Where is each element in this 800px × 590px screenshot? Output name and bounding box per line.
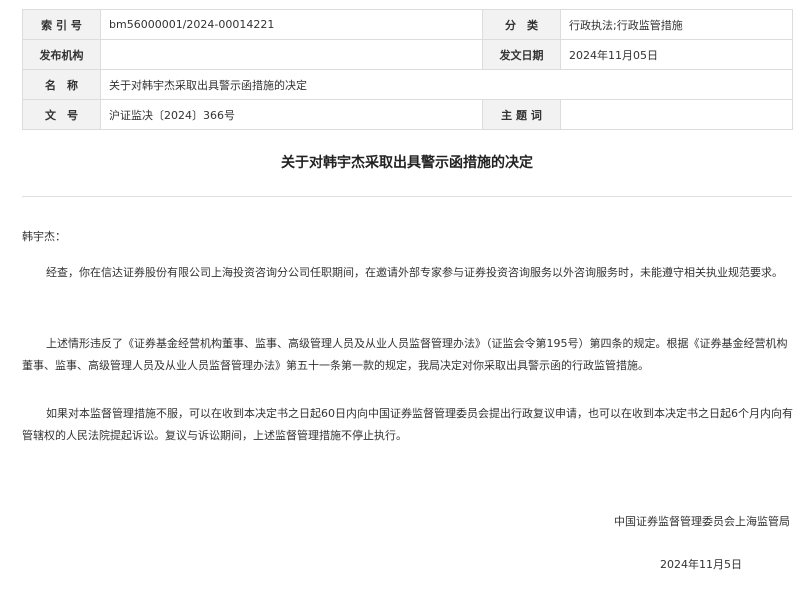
signature-date: 2024年11月5日 xyxy=(660,558,742,571)
title-divider xyxy=(22,196,792,197)
date-value: 2024年11月05日 xyxy=(560,39,793,70)
category-label: 分 类 xyxy=(482,9,561,40)
issuer-label: 发布机构 xyxy=(22,39,101,70)
document-page: 索 引 号 bm56000001/2024-00014221 分 类 行政执法;… xyxy=(0,0,800,590)
docno-label: 文 号 xyxy=(22,99,101,130)
subject-value xyxy=(560,99,793,130)
metadata-row-docno: 文 号 沪证监决〔2024〕366号 主 题 词 xyxy=(22,99,793,130)
index-value: bm56000001/2024-00014221 xyxy=(100,9,483,40)
docno-value: 沪证监决〔2024〕366号 xyxy=(100,99,483,130)
addressee: 韩宇杰： xyxy=(22,230,66,243)
name-label: 名 称 xyxy=(22,69,101,100)
document-title: 关于对韩宇杰采取出具警示函措施的决定 xyxy=(281,155,533,171)
metadata-row-index: 索 引 号 bm56000001/2024-00014221 分 类 行政执法;… xyxy=(22,9,793,40)
issuer-value xyxy=(100,39,483,70)
subject-label: 主 题 词 xyxy=(482,99,561,130)
metadata-row-name: 名 称 关于对韩宇杰采取出具警示函措施的决定 xyxy=(22,69,793,100)
paragraph-decision: 上述情形违反了《证券基金经营机构董事、监事、高级管理人员及从业人员监督管理办法》… xyxy=(22,337,788,372)
name-value: 关于对韩宇杰采取出具警示函措施的决定 xyxy=(100,69,793,100)
paragraph-appeal-rights: 如果对本监督管理措施不服，可以在收到本决定书之日起60日内向中国证券监督管理委员… xyxy=(22,407,793,442)
paragraph-findings: 经查，你在信达证券股份有限公司上海投资咨询分公司任职期间，在邀请外部专家参与证券… xyxy=(46,266,783,279)
metadata-row-issuer: 发布机构 发文日期 2024年11月05日 xyxy=(22,39,793,70)
category-value: 行政执法;行政监管措施 xyxy=(560,9,793,40)
issuing-authority: 中国证券监督管理委员会上海监管局 xyxy=(614,515,790,528)
metadata-table: 索 引 号 bm56000001/2024-00014221 分 类 行政执法;… xyxy=(22,9,793,130)
index-label: 索 引 号 xyxy=(22,9,101,40)
date-label: 发文日期 xyxy=(482,39,561,70)
